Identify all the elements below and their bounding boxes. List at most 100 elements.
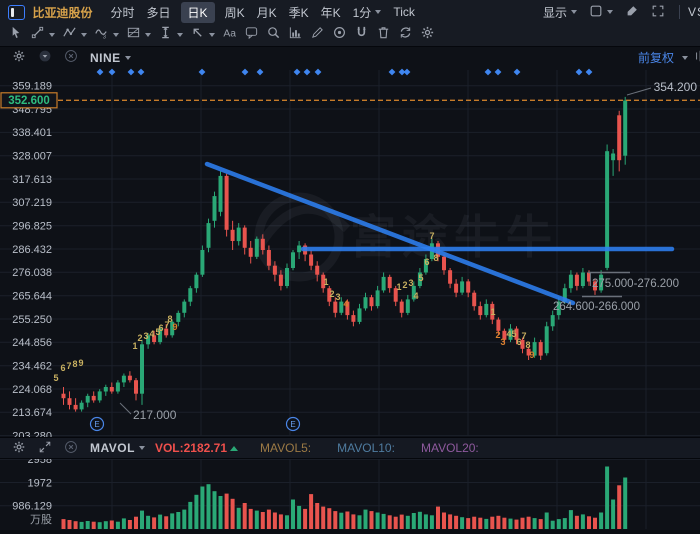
svg-text:9: 9	[529, 350, 534, 360]
tab-分时[interactable]: 分时	[111, 4, 135, 21]
arrow-nw-tool[interactable]	[190, 25, 215, 45]
event-diamond-marker[interactable]	[484, 68, 492, 76]
event-diamond-marker[interactable]	[198, 68, 206, 76]
chart-style-dropdown[interactable]	[589, 4, 613, 21]
draw-mode-button[interactable]	[625, 4, 639, 21]
collapse-icon	[38, 49, 52, 66]
minute-period-dropdown[interactable]: 1分	[353, 4, 382, 21]
event-diamond-marker[interactable]	[137, 68, 145, 76]
up-triangle-icon	[230, 445, 238, 451]
text-icon: Aa	[222, 25, 237, 45]
event-diamond-marker[interactable]	[256, 68, 264, 76]
sync-tool[interactable]	[398, 25, 413, 45]
indicator-settings-button[interactable]	[12, 49, 26, 66]
chevron-down-icon	[112, 33, 119, 37]
adjust-mode-dropdown[interactable]: 前复权	[638, 49, 674, 66]
event-diamond-marker[interactable]	[314, 68, 322, 76]
text-tool[interactable]: Aa	[222, 25, 237, 45]
svg-text:4: 4	[343, 299, 348, 309]
event-diamond-marker[interactable]	[494, 68, 502, 76]
tab-tick[interactable]: Tick	[393, 5, 415, 19]
chevron-down-icon	[48, 33, 55, 37]
target-icon	[332, 25, 347, 45]
chevron-down-icon	[144, 33, 151, 37]
svg-text:5: 5	[418, 273, 423, 283]
cursor-icon	[8, 25, 23, 45]
export-tool[interactable]	[288, 25, 303, 45]
event-diamond-marker[interactable]	[127, 68, 135, 76]
wave-tool[interactable]: 3	[94, 25, 119, 45]
arrow-nw-icon	[190, 25, 205, 45]
svg-text:1: 1	[396, 282, 401, 292]
event-diamond-marker[interactable]	[585, 68, 593, 76]
app-window-icon[interactable]	[8, 4, 25, 20]
svg-text:352.600: 352.600	[8, 95, 50, 107]
volume-chart: 29581972986.129万股	[0, 457, 700, 529]
ex-dividend-marker[interactable]: E	[89, 416, 105, 432]
trash-tool[interactable]	[376, 25, 391, 45]
svg-text:307.219: 307.219	[12, 197, 52, 209]
expand-pane-button[interactable]	[38, 440, 52, 457]
svg-text:1: 1	[323, 277, 328, 287]
volume-indicator-name[interactable]: MAVOL	[90, 441, 135, 455]
divider	[678, 5, 680, 19]
event-diamond-marker[interactable]	[513, 68, 521, 76]
search-icon	[266, 25, 281, 45]
target-tool[interactable]	[332, 25, 347, 45]
svg-text:8: 8	[433, 253, 438, 263]
mavol5-label: MAVOL5:	[260, 441, 312, 455]
indicator-bar-left: NINE	[6, 49, 131, 66]
close-indicator-button[interactable]	[64, 49, 78, 66]
chevron-down-icon[interactable]	[124, 55, 131, 60]
pencil-tool[interactable]	[310, 25, 325, 45]
vs-compare-button[interactable]: VS	[688, 5, 700, 19]
tab-年K[interactable]: 年K	[321, 4, 341, 21]
event-diamond-marker[interactable]	[241, 68, 249, 76]
collapse-pane-button[interactable]	[38, 49, 52, 66]
display-dropdown[interactable]: 显示	[543, 4, 577, 21]
volume-settings-button[interactable]	[12, 440, 26, 457]
search-tool[interactable]	[266, 25, 281, 45]
svg-text:1: 1	[490, 307, 495, 317]
close-icon	[64, 49, 78, 66]
gann-tool[interactable]	[126, 25, 151, 45]
svg-text:986.129: 986.129	[12, 501, 52, 513]
kline-settings-button[interactable]	[694, 49, 700, 66]
svg-text:296.825: 296.825	[12, 221, 52, 233]
ex-dividend-marker[interactable]: E	[285, 416, 301, 432]
minute-period-label: 1分	[352, 5, 372, 20]
event-diamond-marker[interactable]	[575, 68, 583, 76]
indicator-name[interactable]: NINE	[90, 51, 121, 65]
chevron-down-icon	[682, 55, 688, 60]
bubble-tool[interactable]	[244, 25, 259, 45]
tab-多日[interactable]: 多日	[147, 4, 171, 21]
event-diamond-marker[interactable]	[96, 68, 104, 76]
svg-text:E: E	[290, 420, 295, 429]
chevron-down-icon	[570, 10, 577, 14]
svg-text:3: 3	[143, 331, 148, 341]
fullscreen-button[interactable]	[651, 4, 665, 21]
tab-季K[interactable]: 季K	[289, 4, 309, 21]
watermark: 富途牛牛	[254, 192, 552, 282]
magnet-tool[interactable]	[354, 25, 369, 45]
polyline-tool[interactable]	[62, 25, 87, 45]
event-diamond-marker[interactable]	[293, 68, 301, 76]
event-diamond-marker[interactable]	[388, 68, 396, 76]
segment-tool[interactable]	[30, 25, 55, 45]
svg-text:3: 3	[335, 292, 340, 302]
event-diamond-marker[interactable]	[403, 68, 411, 76]
svg-text:286.432: 286.432	[12, 244, 52, 256]
tab-月K[interactable]: 月K	[257, 4, 277, 21]
close-volume-button[interactable]	[64, 440, 78, 457]
svg-text:6: 6	[158, 323, 163, 333]
chevron-down-icon[interactable]	[138, 446, 145, 450]
svg-text:2: 2	[329, 289, 334, 299]
gear-tool[interactable]	[420, 25, 435, 45]
tab-日K[interactable]: 日K	[180, 1, 215, 23]
stock-name[interactable]: 比亚迪股份	[33, 4, 93, 21]
measure-tool[interactable]	[158, 25, 183, 45]
event-diamond-marker[interactable]	[108, 68, 116, 76]
event-diamond-marker[interactable]	[303, 68, 311, 76]
tab-周K[interactable]: 周K	[225, 4, 245, 21]
cursor-tool[interactable]	[8, 25, 23, 45]
